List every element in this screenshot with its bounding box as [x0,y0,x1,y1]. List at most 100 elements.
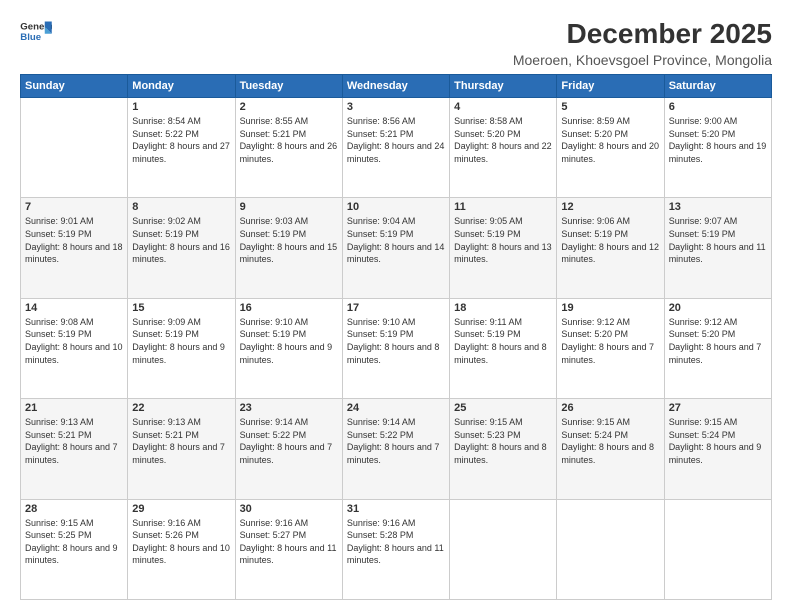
day-info: Sunrise: 8:58 AMSunset: 5:20 PMDaylight:… [454,115,552,165]
day-info: Sunrise: 9:16 AMSunset: 5:28 PMDaylight:… [347,517,445,567]
day-number: 22 [132,402,230,414]
calendar-cell: 29 Sunrise: 9:16 AMSunset: 5:26 PMDayligh… [128,499,235,599]
logo: General Blue [20,18,52,46]
day-number: 4 [454,101,552,113]
calendar-cell: 17Sunrise: 9:10 AMSunset: 5:19 PMDayligh… [342,298,449,398]
calendar-cell: 23 Sunrise: 9:14 AMSunset: 5:22 PMDayligh… [235,399,342,499]
day-info: Sunrise: 9:01 AMSunset: 5:19 PMDaylight:… [25,215,123,265]
day-info: Sunrise: 8:54 AMSunset: 5:22 PMDaylight:… [132,115,230,165]
day-info: Sunrise: 9:14 AMSunset: 5:22 PMDaylight:… [347,416,445,466]
day-info: Sunrise: 9:08 AMSunset: 5:19 PMDaylight:… [25,316,123,366]
calendar-day-header: Monday [128,75,235,98]
day-info: Sunrise: 9:06 AMSunset: 5:19 PMDaylight:… [561,215,659,265]
logo-icon: General Blue [20,18,52,46]
day-info: Sunrise: 9:12 AMSunset: 5:20 PMDaylight:… [561,316,659,366]
day-number: 12 [561,201,659,213]
svg-text:Blue: Blue [20,32,41,43]
day-number: 21 [25,402,123,414]
day-number: 20 [669,302,767,314]
calendar-cell: 24 Sunrise: 9:14 AMSunset: 5:22 PMDayligh… [342,399,449,499]
day-info: Sunrise: 9:07 AMSunset: 5:19 PMDaylight:… [669,215,767,265]
calendar-cell: 21 Sunrise: 9:13 AMSunset: 5:21 PMDayligh… [21,399,128,499]
day-number: 9 [240,201,338,213]
day-info: Sunrise: 9:02 AMSunset: 5:19 PMDaylight:… [132,215,230,265]
calendar-header-row: SundayMondayTuesdayWednesdayThursdayFrid… [21,75,772,98]
day-info: Sunrise: 9:13 AMSunset: 5:21 PMDaylight:… [25,416,123,466]
day-info: Sunrise: 9:05 AMSunset: 5:19 PMDaylight:… [454,215,552,265]
calendar-cell: 20 Sunrise: 9:12 AMSunset: 5:20 PMDayligh… [664,298,771,398]
calendar-cell: 12 Sunrise: 9:06 AMSunset: 5:19 PMDayligh… [557,198,664,298]
calendar-week-row: 21 Sunrise: 9:13 AMSunset: 5:21 PMDayligh… [21,399,772,499]
day-number: 6 [669,101,767,113]
page: General Blue December 2025 Moeroen, Khoe… [0,0,792,612]
calendar-cell: 18 Sunrise: 9:11 AMSunset: 5:19 PMDayligh… [450,298,557,398]
day-number: 19 [561,302,659,314]
calendar-cell: 28 Sunrise: 9:15 AMSunset: 5:25 PMDayligh… [21,499,128,599]
subtitle: Moeroen, Khoevsgoel Province, Mongolia [513,52,772,68]
calendar-cell: 11 Sunrise: 9:05 AMSunset: 5:19 PMDayligh… [450,198,557,298]
day-info: Sunrise: 8:56 AMSunset: 5:21 PMDaylight:… [347,115,445,165]
calendar-cell [557,499,664,599]
calendar-cell: 3Sunrise: 8:56 AMSunset: 5:21 PMDaylight… [342,98,449,198]
calendar-cell: 22 Sunrise: 9:13 AMSunset: 5:21 PMDayligh… [128,399,235,499]
day-number: 31 [347,503,445,515]
day-number: 8 [132,201,230,213]
calendar-table: SundayMondayTuesdayWednesdayThursdayFrid… [20,74,772,600]
day-info: Sunrise: 8:59 AMSunset: 5:20 PMDaylight:… [561,115,659,165]
day-info: Sunrise: 9:15 AMSunset: 5:24 PMDaylight:… [669,416,767,466]
calendar-day-header: Thursday [450,75,557,98]
day-info: Sunrise: 9:09 AMSunset: 5:19 PMDaylight:… [132,316,230,366]
calendar-week-row: 28 Sunrise: 9:15 AMSunset: 5:25 PMDayligh… [21,499,772,599]
day-info: Sunrise: 9:10 AMSunset: 5:19 PMDaylight:… [347,316,445,366]
calendar-cell: 9Sunrise: 9:03 AMSunset: 5:19 PMDaylight… [235,198,342,298]
day-number: 30 [240,503,338,515]
header: General Blue December 2025 Moeroen, Khoe… [20,18,772,68]
calendar-day-header: Wednesday [342,75,449,98]
title-block: December 2025 Moeroen, Khoevsgoel Provin… [513,18,772,68]
day-number: 24 [347,402,445,414]
calendar-cell: 15Sunrise: 9:09 AMSunset: 5:19 PMDayligh… [128,298,235,398]
calendar-day-header: Friday [557,75,664,98]
calendar-cell: 16Sunrise: 9:10 AMSunset: 5:19 PMDayligh… [235,298,342,398]
calendar-cell: 30 Sunrise: 9:16 AMSunset: 5:27 PMDayligh… [235,499,342,599]
day-number: 7 [25,201,123,213]
day-info: Sunrise: 9:00 AMSunset: 5:20 PMDaylight:… [669,115,767,165]
calendar-cell: 27 Sunrise: 9:15 AMSunset: 5:24 PMDayligh… [664,399,771,499]
calendar-cell: 31 Sunrise: 9:16 AMSunset: 5:28 PMDayligh… [342,499,449,599]
day-number: 28 [25,503,123,515]
calendar-cell: 26Sunrise: 9:15 AMSunset: 5:24 PMDayligh… [557,399,664,499]
day-number: 23 [240,402,338,414]
calendar-cell [450,499,557,599]
calendar-cell: 8 Sunrise: 9:02 AMSunset: 5:19 PMDaylight… [128,198,235,298]
calendar-day-header: Saturday [664,75,771,98]
day-info: Sunrise: 9:16 AMSunset: 5:27 PMDaylight:… [240,517,338,567]
day-number: 11 [454,201,552,213]
day-info: Sunrise: 9:13 AMSunset: 5:21 PMDaylight:… [132,416,230,466]
calendar-day-header: Tuesday [235,75,342,98]
day-info: Sunrise: 9:11 AMSunset: 5:19 PMDaylight:… [454,316,552,366]
main-title: December 2025 [513,18,772,50]
day-number: 26 [561,402,659,414]
calendar-week-row: 1 Sunrise: 8:54 AMSunset: 5:22 PMDaylight… [21,98,772,198]
calendar-week-row: 14 Sunrise: 9:08 AMSunset: 5:19 PMDayligh… [21,298,772,398]
calendar-week-row: 7 Sunrise: 9:01 AMSunset: 5:19 PMDaylight… [21,198,772,298]
day-number: 5 [561,101,659,113]
day-info: Sunrise: 9:16 AMSunset: 5:26 PMDaylight:… [132,517,230,567]
day-number: 18 [454,302,552,314]
calendar-cell: 25Sunrise: 9:15 AMSunset: 5:23 PMDayligh… [450,399,557,499]
day-number: 27 [669,402,767,414]
day-number: 14 [25,302,123,314]
day-number: 25 [454,402,552,414]
day-info: Sunrise: 9:10 AMSunset: 5:19 PMDaylight:… [240,316,338,366]
day-info: Sunrise: 9:15 AMSunset: 5:25 PMDaylight:… [25,517,123,567]
day-number: 13 [669,201,767,213]
calendar-cell: 13 Sunrise: 9:07 AMSunset: 5:19 PMDayligh… [664,198,771,298]
day-info: Sunrise: 9:14 AMSunset: 5:22 PMDaylight:… [240,416,338,466]
day-number: 10 [347,201,445,213]
day-info: Sunrise: 9:12 AMSunset: 5:20 PMDaylight:… [669,316,767,366]
calendar-cell [664,499,771,599]
day-number: 2 [240,101,338,113]
day-number: 1 [132,101,230,113]
calendar-cell: 10Sunrise: 9:04 AMSunset: 5:19 PMDayligh… [342,198,449,298]
day-number: 29 [132,503,230,515]
